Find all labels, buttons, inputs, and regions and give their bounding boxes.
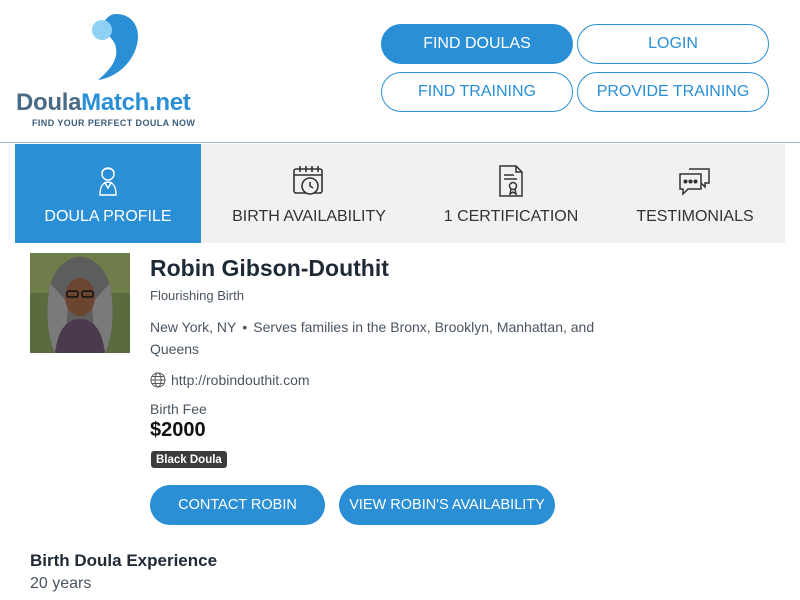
doula-organization: Flourishing Birth	[150, 288, 244, 303]
tab-testimonials[interactable]: TESTIMONIALS	[605, 144, 785, 243]
profile-tabs: DOULA PROFILE BIRTH AVAILABILITY 1 CERTI…	[15, 144, 785, 243]
doula-portrait-image	[30, 253, 130, 353]
find-doulas-button[interactable]: FIND DOULAS	[381, 24, 573, 64]
site-logo[interactable]: DoulaMatch.net FIND YOUR PERFECT DOULA N…	[16, 12, 216, 132]
find-training-button[interactable]: FIND TRAINING	[381, 72, 573, 112]
tab-label: DOULA PROFILE	[44, 208, 172, 225]
logo-tagline: FIND YOUR PERFECT DOULA NOW	[32, 118, 196, 128]
logo-wordmark: DoulaMatch.net	[16, 89, 191, 116]
logo-mark-icon	[92, 14, 138, 80]
certificate-icon	[499, 165, 523, 197]
experience-title: Birth Doula Experience	[30, 551, 218, 570]
login-button[interactable]: LOGIN	[577, 24, 769, 64]
website-row: http://robindouthit.com	[150, 372, 310, 388]
doula-location: New York, NY • Serves families in the Bron…	[150, 316, 640, 360]
calendar-clock-icon	[293, 166, 323, 195]
provide-training-button[interactable]: PROVIDE TRAINING	[577, 72, 769, 112]
view-availability-button[interactable]: VIEW ROBIN'S AVAILABILITY	[339, 485, 555, 525]
doula-person-icon	[99, 167, 117, 196]
fee-value: $2000	[150, 419, 206, 441]
location-city: New York, NY	[150, 319, 237, 335]
separator-dot: •	[242, 319, 248, 335]
site-header: DoulaMatch.net FIND YOUR PERFECT DOULA N…	[0, 0, 800, 143]
experience-value: 20 years	[30, 575, 92, 592]
contact-button[interactable]: CONTACT ROBIN	[150, 485, 325, 525]
globe-icon	[150, 372, 166, 388]
tab-doula-profile[interactable]: DOULA PROFILE	[15, 144, 201, 243]
doula-name: Robin Gibson-Douthit	[150, 255, 389, 281]
status-badge: Black Doula	[151, 451, 227, 468]
tab-label: 1 CERTIFICATION	[443, 208, 579, 225]
tab-birth-availability[interactable]: BIRTH AVAILABILITY	[201, 144, 417, 243]
tab-certification[interactable]: 1 CERTIFICATION	[417, 144, 605, 243]
tab-label: BIRTH AVAILABILITY	[232, 208, 386, 225]
doula-photo	[30, 253, 130, 353]
tab-label: TESTIMONIALS	[636, 208, 754, 225]
fee-label: Birth Fee	[150, 401, 207, 417]
website-link[interactable]: http://robindouthit.com	[171, 372, 310, 388]
chat-bubbles-icon	[679, 168, 710, 196]
